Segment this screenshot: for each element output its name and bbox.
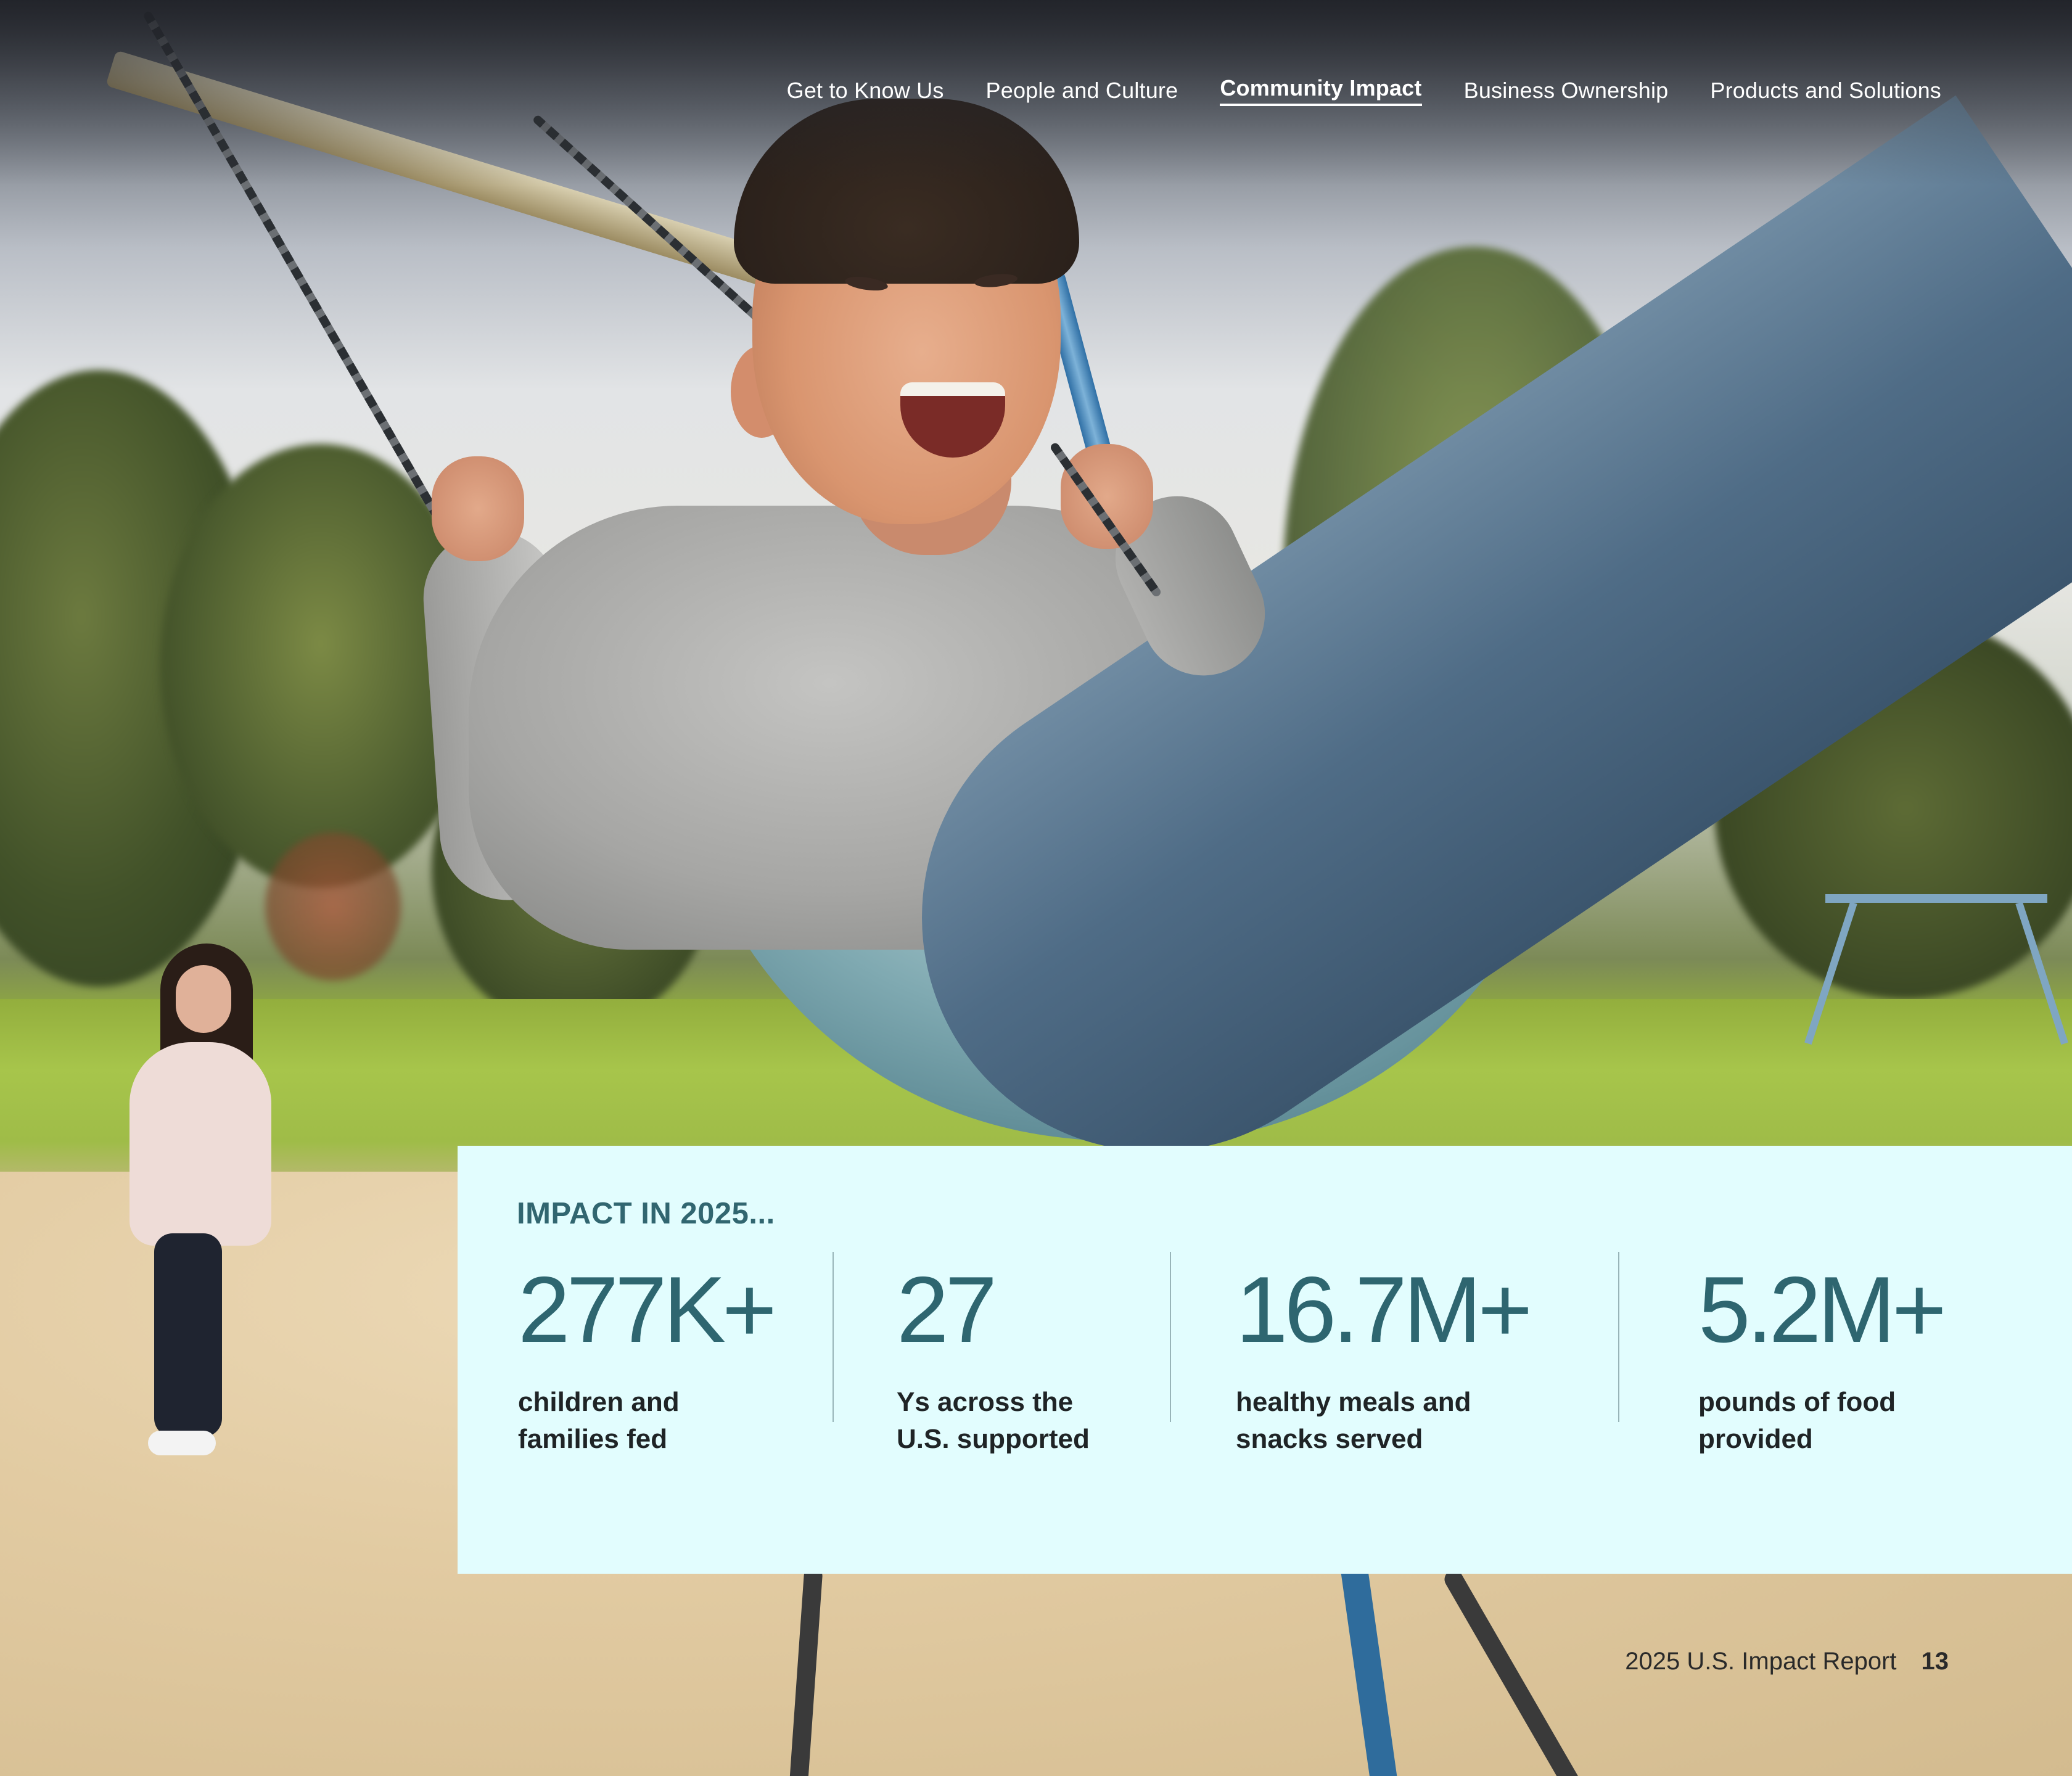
stat-label: healthy meals and snacks served <box>1236 1387 1471 1454</box>
stat-label: Ys across the U.S. supported <box>897 1387 1090 1454</box>
impact-panel: IMPACT IN 2025... 277K+ children and fam… <box>458 1146 2072 1574</box>
stat-value: 5.2M+ <box>1698 1257 1947 1362</box>
woman-top <box>130 1042 271 1246</box>
stat-pounds-food: 5.2M+ pounds of food provided <box>1698 1257 1947 1458</box>
stat-divider <box>1618 1252 1619 1422</box>
stat-meals-served: 16.7M+ healthy meals and snacks served <box>1236 1257 1532 1458</box>
woman-legs <box>154 1233 222 1437</box>
top-navigation: Get to Know Us People and Culture Commun… <box>787 75 1941 106</box>
stat-value: 27 <box>897 1257 997 1362</box>
report-title: 2025 U.S. Impact Report <box>1625 1648 1897 1675</box>
nav-products-and-solutions[interactable]: Products and Solutions <box>1710 78 1941 104</box>
stat-children-fed: 277K+ children and families fed <box>518 1257 777 1458</box>
stat-value: 277K+ <box>518 1257 777 1362</box>
woman-figure <box>123 944 284 1498</box>
woman-shoe <box>148 1431 216 1455</box>
nav-people-and-culture[interactable]: People and Culture <box>986 78 1178 104</box>
stat-ys-supported: 27 Ys across the U.S. supported <box>897 1263 1090 1458</box>
background-swingset <box>1825 894 2047 1045</box>
nav-community-impact[interactable]: Community Impact <box>1220 75 1422 106</box>
boy-hand <box>1061 444 1153 549</box>
stat-divider <box>1170 1252 1171 1422</box>
page-footer: 2025 U.S. Impact Report 13 <box>1625 1648 1949 1675</box>
nav-get-to-know-us[interactable]: Get to Know Us <box>787 78 944 104</box>
stat-label: children and families fed <box>518 1387 680 1454</box>
impact-heading: IMPACT IN 2025... <box>517 1197 775 1230</box>
stat-value: 16.7M+ <box>1236 1257 1532 1362</box>
stat-label: pounds of food provided <box>1698 1387 1896 1454</box>
nav-business-ownership[interactable]: Business Ownership <box>1464 78 1669 104</box>
woman-face <box>176 965 231 1033</box>
tree <box>265 832 401 980</box>
page-number: 13 <box>1921 1648 1949 1675</box>
stat-divider <box>832 1252 834 1422</box>
boy-hand <box>432 456 524 561</box>
